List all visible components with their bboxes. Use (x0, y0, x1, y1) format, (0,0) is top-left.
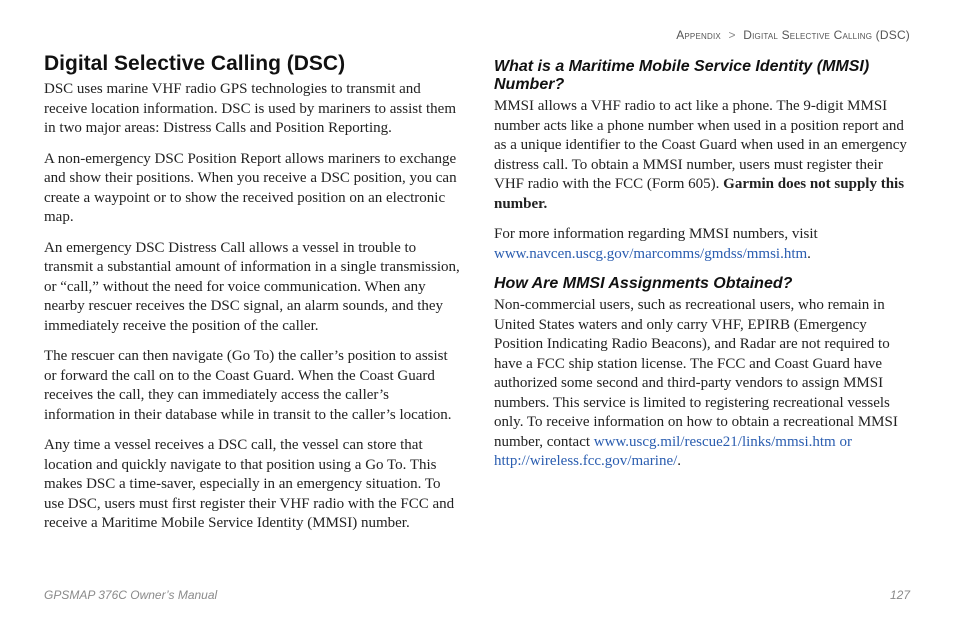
footer-manual-title: GPSMAP 376C Owner’s Manual (44, 588, 217, 602)
content-columns: Digital Selective Calling (DSC) DSC uses… (44, 52, 910, 545)
body-paragraph: MMSI allows a VHF radio to act like a ph… (494, 97, 910, 214)
section-heading-assignments: How Are MMSI Assignments Obtained? (494, 275, 910, 293)
breadcrumb-topic: Digital Selective Calling (743, 28, 872, 42)
text-run: For more information regarding MMSI numb… (494, 226, 818, 242)
link-mmsi-info[interactable]: www.navcen.uscg.gov/marcomms/gmdss/mmsi.… (494, 246, 807, 262)
body-paragraph: For more information regarding MMSI numb… (494, 225, 910, 264)
body-paragraph: A non-emergency DSC Position Report allo… (44, 150, 460, 228)
body-paragraph: An emergency DSC Distress Call allows a … (44, 239, 460, 337)
breadcrumb: Appendix > Digital Selective Calling (DS… (44, 28, 910, 42)
page-footer: GPSMAP 376C Owner’s Manual 127 (44, 588, 910, 602)
body-paragraph: The rescuer can then navigate (Go To) th… (44, 347, 460, 425)
footer-page-number: 127 (890, 588, 910, 602)
section-heading-mmsi: What is a Maritime Mobile Service Identi… (494, 58, 910, 94)
document-page: Appendix > Digital Selective Calling (DS… (0, 0, 954, 618)
page-title: Digital Selective Calling (DSC) (44, 52, 460, 76)
breadcrumb-suffix: (DSC) (876, 28, 910, 42)
body-paragraph: Non-commercial users, such as recreation… (494, 296, 910, 472)
text-run: . (807, 246, 811, 262)
breadcrumb-separator: > (728, 28, 735, 42)
breadcrumb-section: Appendix (676, 28, 721, 42)
body-paragraph: DSC uses marine VHF radio GPS technologi… (44, 80, 460, 139)
text-run: . (677, 453, 681, 469)
body-paragraph: Any time a vessel receives a DSC call, t… (44, 436, 460, 534)
text-run: Non-commercial users, such as recreation… (494, 297, 898, 450)
